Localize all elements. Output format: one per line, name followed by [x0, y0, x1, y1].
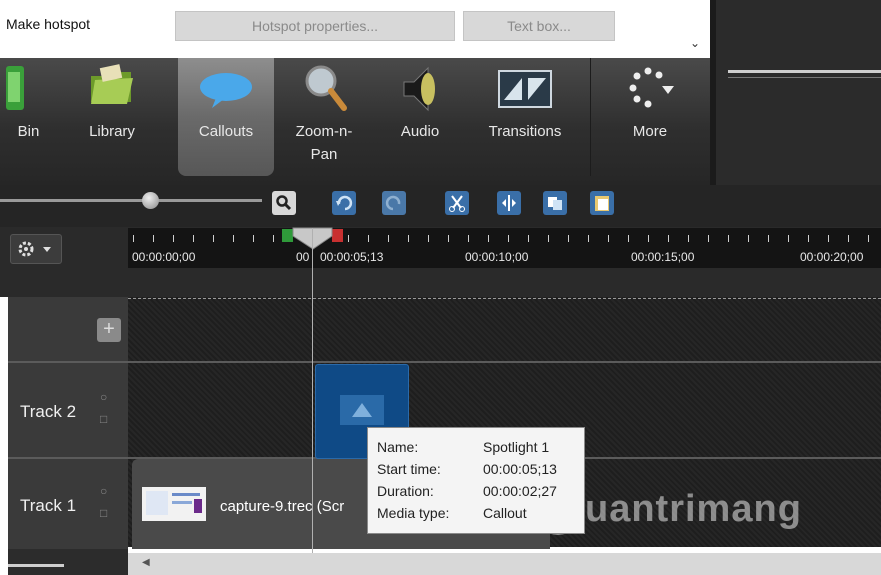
tooltip-value: Spotlight 1	[483, 439, 550, 455]
bin-icon	[6, 66, 24, 110]
tool-callouts[interactable]: Callouts	[178, 58, 274, 176]
track-1-label: Track 1	[20, 496, 77, 515]
split-button[interactable]	[497, 191, 521, 215]
tool-audio-label: Audio	[400, 123, 440, 140]
ruler-label-covered: 00	[296, 250, 310, 264]
plus-icon: +	[103, 318, 115, 340]
tool-zoom-n-pan[interactable]: Zoom-n- Pan	[274, 58, 374, 176]
tool-bin[interactable]: Bin	[0, 58, 57, 176]
undo-button[interactable]	[332, 191, 356, 215]
tool-more-label: More	[632, 123, 668, 140]
footer-bar	[8, 564, 64, 567]
tooltip-value: Callout	[483, 505, 527, 521]
text-box-button[interactable]: Text box...	[463, 11, 615, 41]
gear-icon	[18, 241, 51, 257]
tool-zoom-n-pan-label: Zoom-n- Pan	[295, 123, 353, 163]
eye-icon[interactable]: ○	[100, 484, 107, 498]
tool-more[interactable]: More	[592, 58, 708, 176]
tooltip-key: Name:	[377, 439, 419, 455]
tool-library-label: Library	[89, 123, 135, 140]
horizontal-scrollbar[interactable]: ◀	[128, 553, 881, 575]
ruler-label-10: 00:00:10;00	[465, 250, 529, 264]
tooltip-value: 00:00:02;27	[483, 483, 557, 499]
tooltip-key: Duration:	[377, 483, 434, 499]
tool-library[interactable]: Library	[57, 58, 167, 176]
in-marker-icon	[282, 229, 293, 242]
scroll-left-icon[interactable]: ◀	[142, 557, 150, 568]
speaker-icon	[403, 66, 435, 112]
speech-bubble-icon	[200, 73, 252, 108]
undo-icon	[336, 195, 353, 211]
scissors-icon	[449, 195, 465, 212]
tool-audio[interactable]: Audio	[380, 58, 460, 176]
track-2-label: Track 2	[20, 402, 77, 421]
tool-callouts-label: Callouts	[198, 123, 254, 140]
split-icon	[502, 195, 516, 211]
time-ruler[interactable]: 00:00:00;00 00 00:00:05;13 00:00:10;00 0…	[128, 228, 881, 268]
timeline-toolbar	[0, 185, 881, 227]
callout-thumbnail-icon	[340, 395, 384, 425]
zoom-slider-knob[interactable]	[142, 192, 159, 209]
track-divider	[8, 361, 881, 363]
tool-transitions-label: Transitions	[488, 123, 562, 140]
properties-panel: Make hotspot Hotspot properties... Text …	[0, 0, 716, 59]
folder-icon	[91, 64, 133, 104]
transitions-icon	[498, 70, 552, 108]
preview-bar	[728, 70, 881, 73]
magnifier-icon	[305, 65, 347, 111]
chevron-down-icon[interactable]: ⌄	[690, 36, 700, 50]
tool-transitions[interactable]: Transitions	[462, 58, 588, 176]
clipboard-icon	[595, 196, 609, 211]
ruler-label-20: 00:00:20;00	[800, 250, 864, 264]
search-icon	[276, 195, 292, 211]
redo-icon	[385, 195, 401, 211]
preview-bar-shadow	[728, 77, 881, 78]
tooltip-key: Media type:	[377, 505, 450, 521]
copy-icon	[548, 197, 562, 210]
redo-button[interactable]	[382, 191, 406, 215]
paste-button[interactable]	[590, 191, 614, 215]
eye-icon[interactable]: ○	[100, 390, 107, 404]
ruler-label-0: 00:00:00;00	[132, 250, 196, 264]
cut-button[interactable]	[445, 191, 469, 215]
preview-panel	[716, 0, 881, 185]
ruler-label-15: 00:00:15;00	[631, 250, 695, 264]
clip-bin-toolbar: Bin Library Callouts Zoom-n- Pan Audio T…	[0, 58, 710, 185]
out-marker-icon	[332, 229, 343, 242]
tooltip-value: 00:00:05;13	[483, 461, 557, 477]
hotspot-properties-button[interactable]: Hotspot properties...	[175, 11, 455, 41]
toolbar-separator	[590, 58, 591, 176]
playhead-line	[312, 228, 313, 553]
playhead-handle[interactable]	[282, 226, 344, 250]
track-header-footer	[8, 549, 128, 575]
insert-line	[128, 298, 881, 299]
clip-title: capture-9.trec (Scr	[220, 498, 345, 515]
ruler-label-playhead: 00:00:05;13	[320, 250, 384, 264]
copy-button[interactable]	[543, 191, 567, 215]
properties-title: Make hotspot	[6, 16, 91, 32]
watermark-text: uantrimang	[585, 488, 802, 530]
zoom-search-button[interactable]	[272, 191, 296, 215]
tool-bin-label: Bin	[17, 123, 40, 140]
lock-icon[interactable]: □	[100, 412, 107, 426]
add-track-button[interactable]: +	[97, 318, 121, 342]
tooltip-key: Start time:	[377, 461, 441, 477]
clip-tooltip: Name: Spotlight 1 Start time: 00:00:05;1…	[367, 427, 585, 534]
track-options-button[interactable]	[10, 234, 62, 264]
clip-thumbnail	[142, 487, 206, 521]
zoom-slider-track[interactable]	[0, 199, 262, 202]
more-dots-icon	[629, 67, 674, 108]
lock-icon[interactable]: □	[100, 506, 107, 520]
